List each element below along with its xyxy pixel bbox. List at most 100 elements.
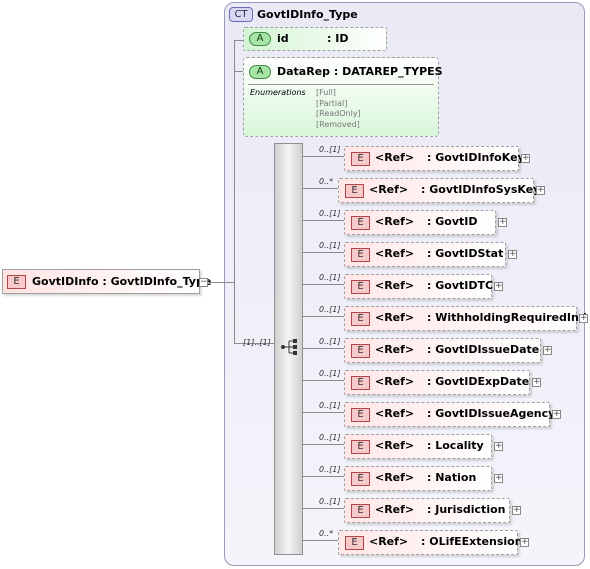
attribute-id-name: id <box>277 32 289 45</box>
element-name: : GovtIDStat <box>427 247 504 260</box>
row-connector <box>303 252 344 253</box>
element-multiplicity: 0..[1] <box>319 337 341 346</box>
expand-icon[interactable]: + <box>494 442 503 451</box>
element-ref: <Ref> <box>375 407 415 420</box>
attribute-datarep-label: DataRep <box>277 65 331 78</box>
enumeration-value: [Removed] <box>316 119 360 129</box>
element-name: : GovtIDInfoKey <box>427 151 525 164</box>
element-badge: E <box>351 248 370 262</box>
element-multiplicity: 0..[1] <box>319 497 341 506</box>
attribute-datarep-name: DataRep : DATAREP_TYPES <box>277 65 443 78</box>
element-badge: E <box>351 504 370 518</box>
row-connector <box>303 412 344 413</box>
root-element-type: : GovtIDInfo_Type <box>102 275 212 288</box>
element-badge: E <box>345 536 364 550</box>
element-ref: <Ref> <box>375 343 415 356</box>
element-name: : GovtIDInfoSysKey <box>421 183 541 196</box>
element-multiplicity: 0..* <box>319 177 334 186</box>
element-multiplicity: 0..[1] <box>319 273 341 282</box>
element-ref: <Ref> <box>375 503 415 516</box>
expand-icon[interactable]: + <box>512 506 521 515</box>
complex-type-name: GovtIDInfo_Type <box>257 8 358 21</box>
element-ref: <Ref> <box>375 247 415 260</box>
expand-icon[interactable]: + <box>520 538 529 547</box>
row-connector <box>303 156 344 157</box>
row-connector <box>303 380 344 381</box>
element-multiplicity: 0..[1] <box>319 433 341 442</box>
element-badge: E <box>351 216 370 230</box>
element-ref: <Ref> <box>375 151 415 164</box>
expand-icon[interactable]: + <box>494 282 503 291</box>
element-name: : GovtIDExpDate <box>427 375 530 388</box>
root-element-badge: E <box>7 275 26 289</box>
element-badge: E <box>351 440 370 454</box>
row-connector <box>303 284 344 285</box>
element-ref: <Ref> <box>375 471 415 484</box>
collapse-icon[interactable]: − <box>199 278 208 287</box>
element-name: : GovtIDIssueAgency <box>427 407 556 420</box>
element-badge: E <box>351 280 370 294</box>
connector-root <box>208 282 234 283</box>
attribute-id-badge: A <box>249 32 271 46</box>
row-connector <box>303 220 344 221</box>
element-badge: E <box>351 312 370 326</box>
element-multiplicity: 0..[1] <box>319 369 341 378</box>
expand-icon[interactable]: + <box>521 154 530 163</box>
element-badge: E <box>351 344 370 358</box>
element-ref: <Ref> <box>369 535 409 548</box>
expand-icon[interactable]: + <box>543 346 552 355</box>
expand-icon[interactable]: + <box>494 474 503 483</box>
element-name: : GovtID <box>427 215 478 228</box>
row-connector <box>303 348 344 349</box>
row-connector <box>303 316 344 317</box>
element-name: : GovtIDTC <box>427 279 494 292</box>
sequence-icon <box>281 339 297 355</box>
row-connector <box>303 188 338 189</box>
expand-icon[interactable]: + <box>532 378 541 387</box>
connector-spine <box>234 40 235 343</box>
element-badge: E <box>351 152 370 166</box>
enumerations-label: Enumerations <box>250 88 306 97</box>
element-ref: <Ref> <box>375 215 415 228</box>
attribute-id-type: : ID <box>327 32 349 45</box>
element-multiplicity: 0..[1] <box>319 145 341 154</box>
sequence-multiplicity: [1]..[1] <box>243 338 271 347</box>
expand-icon[interactable]: + <box>552 410 561 419</box>
element-badge: E <box>351 376 370 390</box>
element-name: : Locality <box>427 439 484 452</box>
element-name: : GovtIDIssueDate <box>427 343 540 356</box>
element-name: : WithholdingRequiredInd <box>427 311 587 324</box>
element-ref: <Ref> <box>375 375 415 388</box>
root-element-label: GovtIDInfo <box>32 275 99 288</box>
element-name: : Jurisdiction <box>427 503 506 516</box>
element-ref: <Ref> <box>369 183 409 196</box>
expand-icon[interactable]: + <box>498 218 507 227</box>
element-multiplicity: 0..[1] <box>319 209 341 218</box>
element-multiplicity: 0..[1] <box>319 401 341 410</box>
expand-icon[interactable]: + <box>536 186 545 195</box>
enumeration-value: [ReadOnly] <box>316 109 361 118</box>
element-multiplicity: 0..[1] <box>319 465 341 474</box>
element-ref: <Ref> <box>375 279 415 292</box>
complex-type-badge: CT <box>229 7 253 22</box>
expand-icon[interactable]: + <box>508 250 517 259</box>
element-badge: E <box>345 184 364 198</box>
attribute-datarep-badge: A <box>249 65 271 79</box>
enumerations-divider <box>248 84 434 85</box>
element-multiplicity: 0..[1] <box>319 241 341 250</box>
row-connector <box>303 508 344 509</box>
element-name: : OLifEExtension <box>421 535 523 548</box>
element-badge: E <box>351 408 370 422</box>
attribute-datarep-type: : DATAREP_TYPES <box>333 65 443 78</box>
element-ref: <Ref> <box>375 311 415 324</box>
expand-icon[interactable]: + <box>579 314 588 323</box>
enumeration-values: [Full] [Partial] [ReadOnly] [Removed] <box>316 88 361 130</box>
row-connector <box>303 444 344 445</box>
row-connector <box>303 540 338 541</box>
enumeration-value: [Full] <box>316 88 336 97</box>
enumeration-value: [Partial] <box>316 98 348 108</box>
element-name: : Nation <box>427 471 477 484</box>
element-multiplicity: 0..* <box>319 529 334 538</box>
root-element-name: GovtIDInfo : GovtIDInfo_Type <box>32 275 211 288</box>
element-ref: <Ref> <box>375 439 415 452</box>
